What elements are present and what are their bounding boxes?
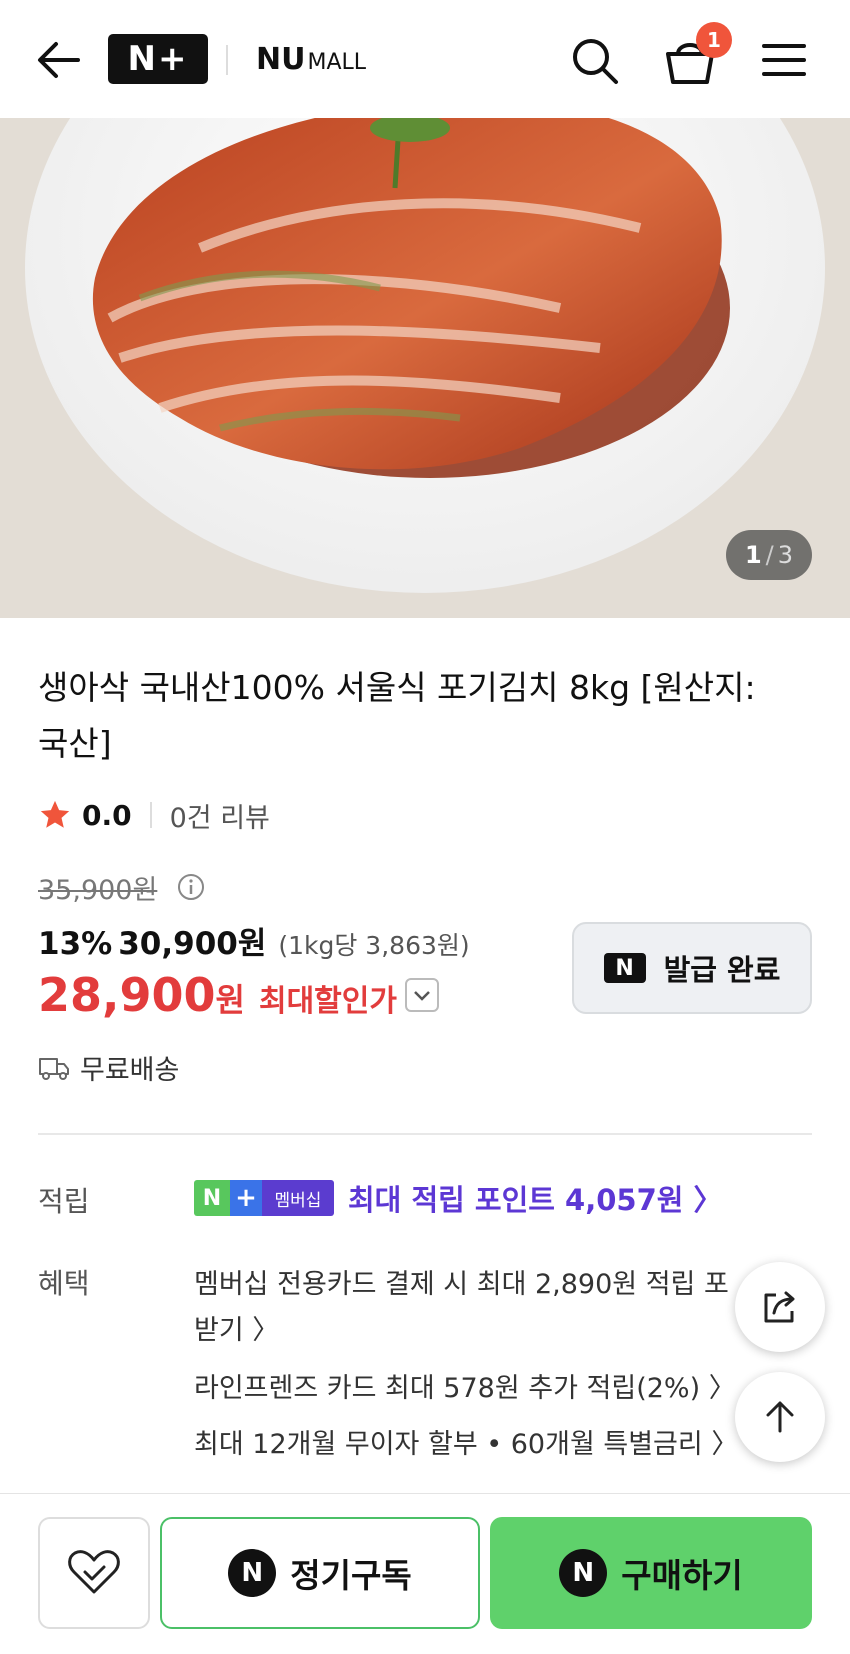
product-title-line2: 국산] — [38, 724, 112, 763]
numall-logo-mall: MALL — [307, 50, 367, 75]
truck-icon — [39, 1057, 69, 1080]
naver-n-icon: N — [603, 953, 646, 983]
shipping-label: 무료배송 — [80, 1055, 180, 1086]
max-discount-label: 최대할인가 — [258, 984, 397, 1019]
review-count[interactable]: 0건 리뷰 — [170, 796, 270, 835]
coupon-label: 발급 완료 — [663, 953, 781, 987]
rating-row[interactable]: 0.0 0건 리뷰 — [38, 795, 270, 835]
section-divider — [38, 1133, 812, 1135]
price-detail-toggle[interactable] — [405, 978, 439, 1012]
nplus-logo[interactable]: N+ — [108, 34, 208, 84]
naver-n-icon: N — [228, 1549, 277, 1597]
naver-n-icon: N — [559, 1549, 608, 1597]
membership-badge-n: N — [194, 1180, 230, 1216]
product-title: 생아삭 국내산100% 서울식 포기김치 8kg [원산지: 국산] — [38, 660, 818, 772]
product-image[interactable] — [0, 118, 850, 618]
info-icon[interactable] — [176, 872, 206, 902]
shipping-info: 무료배송 — [38, 1048, 179, 1087]
share-button[interactable] — [735, 1262, 825, 1352]
pager-separator: / — [765, 541, 774, 569]
benefit-row-label: 혜택 — [38, 1267, 90, 1300]
star-icon — [40, 800, 70, 828]
benefit-membership-card[interactable]: 멤버십 전용카드 결제 시 최대 2,890원 적립 포 — [194, 1262, 729, 1301]
search-icon[interactable] — [568, 34, 622, 88]
buy-button[interactable]: N 구매하기 — [490, 1517, 812, 1629]
discount-row: 13% 30,900원 (1kg당 3,863원) — [38, 918, 470, 963]
scroll-top-button[interactable] — [735, 1372, 825, 1462]
cart-count-badge: 1 — [696, 22, 732, 58]
top-header: N+ NU MALL 1 — [0, 0, 850, 119]
benefit-installment[interactable]: 최대 12개월 무이자 할부 • 60개월 특별금리 〉 — [194, 1422, 738, 1461]
product-title-line1: 생아삭 국내산100% 서울식 포기김치 8kg [원산지: — [38, 668, 756, 707]
benefit-receive-link[interactable]: 받기 〉 — [194, 1308, 279, 1347]
rating-score: 0.0 — [82, 798, 132, 832]
menu-icon[interactable] — [760, 38, 808, 82]
final-price: 28,900 — [38, 968, 216, 1022]
numall-logo[interactable]: NU MALL — [256, 42, 366, 78]
numall-logo-nu: NU — [256, 42, 306, 77]
back-arrow-icon[interactable] — [34, 38, 82, 82]
arrow-up-icon — [766, 1401, 794, 1433]
image-pager: 1/3 — [726, 530, 812, 580]
buy-label: 구매하기 — [621, 1556, 743, 1595]
chevron-down-icon — [414, 991, 430, 1001]
points-row-label: 적립 — [38, 1185, 90, 1218]
share-icon — [764, 1291, 795, 1323]
final-price-currency: 원 — [215, 981, 245, 1019]
discount-percent: 13% — [38, 926, 113, 962]
benefit-linefriends-card[interactable]: 라인프렌즈 카드 최대 578원 추가 적립(2%) 〉 — [194, 1366, 736, 1405]
nplus-membership-badge: N + 멤버십 — [194, 1180, 334, 1216]
pager-current: 1 — [744, 541, 762, 569]
kimchi-photo — [0, 118, 850, 618]
subscribe-button[interactable]: N 정기구독 — [160, 1517, 480, 1629]
discount-price: 30,900원 — [118, 926, 267, 962]
heart-check-icon — [68, 1550, 120, 1594]
membership-badge-plus: + — [230, 1180, 262, 1216]
max-points-link[interactable]: 최대 적립 포인트 4,057원 〉 — [348, 1177, 723, 1219]
logo-divider — [226, 45, 228, 75]
subscribe-label: 정기구독 — [290, 1556, 412, 1595]
rating-divider — [149, 802, 152, 828]
final-price-row: 28,900 원 최대할인가 — [38, 968, 397, 1022]
original-price: 35,900원 — [38, 875, 158, 906]
pager-total: 3 — [777, 541, 794, 569]
wishlist-button[interactable] — [38, 1517, 150, 1629]
coupon-issued-button[interactable]: N 발급 완료 — [572, 922, 812, 1014]
unit-price: (1kg당 3,863원) — [278, 931, 470, 960]
membership-badge-text: 멤버십 — [262, 1180, 334, 1216]
